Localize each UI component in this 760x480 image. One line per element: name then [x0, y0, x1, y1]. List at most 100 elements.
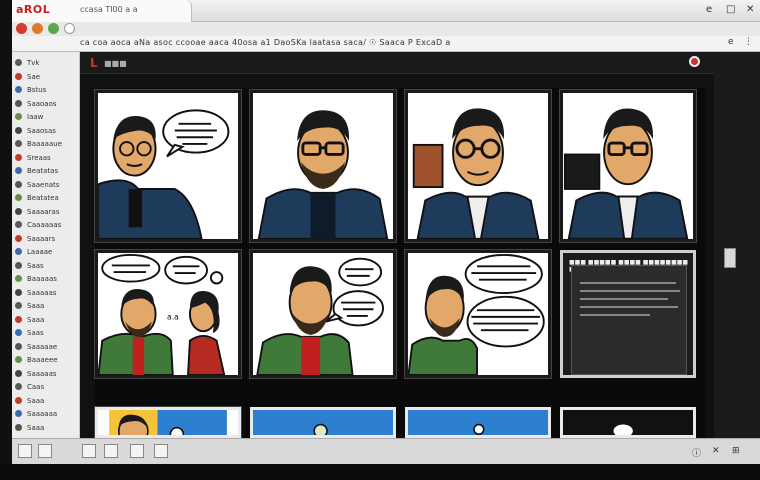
comic-viewer: L ■■■ a.a ■■■ ■■■■■ ■■■■ ■■■■■■■■	[80, 52, 714, 439]
viewer-logo[interactable]: L	[90, 56, 98, 70]
sidebar-item-icon	[15, 140, 22, 147]
text-panel[interactable]: ■■■ ■■■■■ ■■■■ ■■■■■■■■ ■■■	[560, 250, 696, 378]
sidebar-item-label: Saaaaras	[27, 207, 60, 216]
comic-panel[interactable]	[404, 89, 552, 243]
sidebar-item-label: Baaaaas	[27, 275, 57, 283]
sidebar-item[interactable]: Baaaaas	[12, 272, 79, 286]
comic-panel[interactable]: a.a	[94, 249, 242, 379]
comic-panel[interactable]	[94, 406, 242, 439]
sidebar-item-label: Saaaaaa	[27, 410, 58, 418]
sidebar-item[interactable]: Saaa	[12, 394, 79, 408]
comic-panel[interactable]	[559, 89, 697, 243]
scroll-thumb[interactable]	[724, 248, 736, 268]
sidebar-item[interactable]: Saaa	[12, 299, 79, 313]
menu-icon[interactable]: ⋮	[744, 37, 753, 47]
sidebar-item-label: Baaaeee	[27, 356, 58, 364]
sidebar-item-label: Baaaaaue	[27, 140, 62, 148]
sidebar-item[interactable]: Saaaaas	[12, 367, 79, 381]
partial-comic-illustration	[313, 423, 328, 435]
scrollbar[interactable]	[714, 52, 760, 438]
partial-comic-illustration	[613, 424, 633, 435]
sidebar-item[interactable]: Saas	[12, 259, 79, 273]
svg-text:a.a: a.a	[167, 313, 179, 322]
page-icon[interactable]	[38, 444, 52, 458]
sidebar-item-label: Saaa	[27, 315, 45, 324]
sidebar-item[interactable]: Sae	[12, 70, 79, 84]
thumbnail-icon[interactable]	[82, 444, 96, 458]
sidebar-item[interactable]: Caaaaaas	[12, 218, 79, 232]
maximize-icon[interactable]: □	[726, 4, 735, 15]
sidebar-item[interactable]: Laaaae	[12, 245, 79, 259]
sidebar-item[interactable]: Saas	[12, 326, 79, 340]
comic-panel[interactable]	[405, 407, 551, 438]
sidebar-item[interactable]: Saaoaos	[12, 97, 79, 111]
sidebar-item[interactable]: Saaaaas	[12, 286, 79, 300]
sidebar-item-icon	[15, 315, 22, 323]
thumbnail-icon[interactable]	[104, 444, 118, 458]
comic-panel[interactable]	[94, 89, 242, 243]
viewer-header: L ■■■	[80, 52, 714, 74]
browser-tab[interactable]: aROL ccasa TI00 a a	[12, 0, 192, 22]
sidebar-item-icon	[15, 302, 22, 309]
thumbnail-icon[interactable]	[130, 444, 144, 458]
sidebar-item-icon	[15, 153, 22, 161]
sidebar-item[interactable]: Beatatea	[12, 191, 79, 205]
sidebar: Tvk Sae Bstus Saaoaos Iaaw Saaosas Baaaaaue Sre…	[12, 52, 80, 438]
sidebar-item-label: Saaa	[27, 302, 45, 310]
man-in-suit-illustration	[563, 93, 693, 239]
sidebar-item[interactable]: Saaaaaa	[12, 407, 79, 421]
sidebar-item[interactable]: Baaaaaue	[12, 137, 79, 151]
minimize-icon[interactable]: e	[706, 4, 712, 15]
browser-logo-icon[interactable]	[16, 23, 27, 34]
info-icon[interactable]: ⓘ	[692, 446, 701, 459]
sidebar-item[interactable]: Saaaaras	[12, 205, 79, 219]
text-line	[580, 282, 676, 284]
sidebar-item[interactable]: Saaaars	[12, 232, 79, 246]
sidebar-item-icon	[15, 72, 22, 80]
monitor-screen: aROL ccasa TI00 a a e □ ✕ ca coa aoca aN…	[0, 0, 760, 480]
close-icon[interactable]: ✕	[746, 4, 754, 15]
sidebar-item-label: Beatatas	[27, 167, 59, 175]
comic-panel[interactable]	[249, 249, 397, 379]
comic-panel[interactable]	[560, 407, 696, 438]
extension-icon[interactable]	[48, 23, 59, 34]
extension-icon[interactable]	[32, 23, 43, 34]
comic-panel[interactable]	[250, 407, 396, 438]
bookmark-icon[interactable]	[64, 23, 75, 34]
thumbnail-icon[interactable]	[154, 444, 168, 458]
sidebar-item[interactable]: Baaaeee	[12, 353, 79, 367]
sidebar-item[interactable]: Sreaas	[12, 151, 79, 165]
browser-toolbar	[12, 22, 760, 36]
sidebar-item[interactable]: Beatatas	[12, 164, 79, 178]
sidebar-item-icon	[15, 126, 22, 134]
sidebar-item-label: Iaaw	[27, 113, 44, 121]
sidebar-item[interactable]: Saaaaae	[12, 340, 79, 354]
sidebar-item[interactable]: Bstus	[12, 83, 79, 97]
sidebar-item-label: Saaa	[27, 396, 45, 405]
partial-comic-illustration	[473, 423, 485, 435]
sidebar-item-icon	[15, 113, 22, 120]
viewer-title: ■■■	[104, 59, 127, 68]
sidebar-item-icon	[15, 221, 22, 228]
sidebar-item-icon	[15, 194, 22, 201]
sidebar-item[interactable]: Saaa	[12, 313, 79, 327]
page-icon[interactable]	[18, 444, 32, 458]
sidebar-item[interactable]: Iaaw	[12, 110, 79, 124]
sidebar-item[interactable]: Saaosas	[12, 124, 79, 138]
sidebar-item-icon	[15, 275, 22, 282]
sidebar-item[interactable]: Caas	[12, 380, 79, 394]
record-icon[interactable]	[689, 56, 700, 67]
comic-panel[interactable]	[404, 249, 552, 379]
sidebar-item[interactable]: Saaenats	[12, 178, 79, 192]
address-bar[interactable]: ca coa aoca aNa asoc ccooae aaca 40osa a…	[12, 36, 760, 52]
sidebar-item[interactable]: Tvk	[12, 56, 79, 70]
grid-icon[interactable]: ⊞	[732, 446, 740, 456]
sidebar-item-icon	[15, 261, 22, 269]
close-icon[interactable]: ✕	[712, 446, 720, 456]
sidebar-item-label: Saas	[27, 261, 44, 270]
sidebar-item-label: Saaaars	[27, 234, 56, 243]
account-icon[interactable]: e	[728, 37, 734, 47]
sidebar-item[interactable]: Saaa	[12, 421, 79, 435]
sidebar-item-icon	[15, 99, 22, 107]
comic-panel[interactable]	[249, 89, 397, 243]
